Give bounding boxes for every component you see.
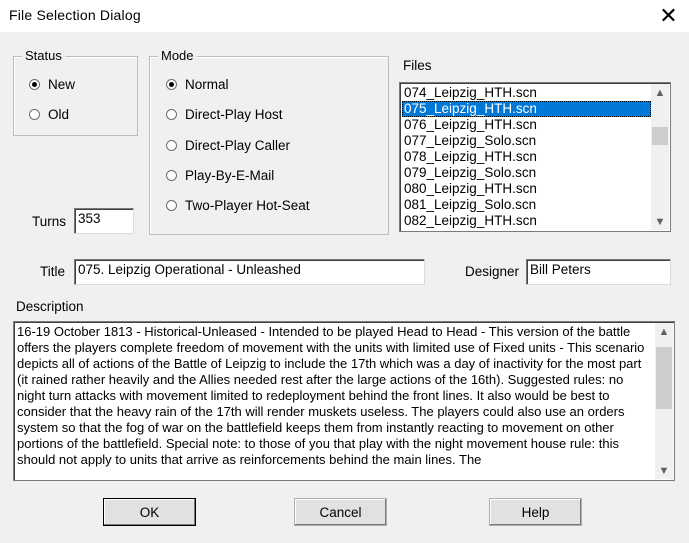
description-text: 16-19 October 1813 - Historical-Unleased… [17, 324, 645, 467]
scroll-down-button[interactable]: ▼ [655, 462, 673, 479]
description-scrollbar[interactable]: ▲ ▼ [655, 323, 673, 479]
radio-unchecked-icon [166, 109, 177, 120]
designer-input[interactable]: Bill Peters [526, 259, 671, 285]
list-item[interactable]: 079_Leipzig_Solo.scn [402, 165, 651, 181]
list-item[interactable]: 076_Leipzig_HTH.scn [402, 117, 651, 133]
list-item-selected[interactable]: 075_Leipzig_HTH.scn [402, 101, 651, 117]
list-item[interactable]: 082_Leipzig_HTH.scn [402, 213, 651, 229]
description-textarea[interactable]: 16-19 October 1813 - Historical-Unleased… [13, 321, 675, 481]
chevron-up-icon: ▲ [654, 86, 666, 99]
mode-normal-label: Normal [185, 77, 229, 92]
mode-play-by-email-radio[interactable]: Play-By-E-Mail [166, 168, 274, 183]
radio-checked-icon [29, 79, 40, 90]
list-item[interactable]: 077_Leipzig_Solo.scn [402, 133, 651, 149]
close-button[interactable]: ✕ [648, 0, 689, 32]
status-group: Status New Old [13, 48, 138, 136]
mode-hot-seat-label: Two-Player Hot-Seat [185, 198, 310, 213]
title-bar: File Selection Dialog ✕ [0, 0, 689, 32]
scroll-up-button[interactable]: ▲ [655, 323, 673, 340]
scroll-up-button[interactable]: ▲ [651, 84, 669, 101]
mode-direct-play-caller-label: Direct-Play Caller [185, 138, 291, 153]
mode-group: Mode Normal Direct-Play Host Direct-Play… [149, 48, 389, 235]
list-item[interactable]: 074_Leipzig_HTH.scn [402, 85, 651, 101]
radio-unchecked-icon [166, 140, 177, 151]
description-label: Description [16, 299, 84, 314]
mode-direct-play-caller-radio[interactable]: Direct-Play Caller [166, 138, 290, 153]
mode-play-by-email-label: Play-By-E-Mail [185, 168, 275, 183]
title-input[interactable]: 075. Leipzig Operational - Unleashed [74, 259, 425, 285]
files-label: Files [403, 58, 432, 73]
title-label: Title [40, 264, 66, 279]
designer-label: Designer [465, 264, 520, 279]
radio-unchecked-icon [29, 109, 40, 120]
mode-hot-seat-radio[interactable]: Two-Player Hot-Seat [166, 198, 310, 213]
files-list: 074_Leipzig_HTH.scn 075_Leipzig_HTH.scn … [402, 85, 651, 229]
mode-normal-radio[interactable]: Normal [166, 77, 229, 92]
files-scrollbar[interactable]: ▲ ▼ [651, 84, 669, 230]
list-item[interactable]: 080_Leipzig_HTH.scn [402, 181, 651, 197]
window-title: File Selection Dialog [9, 7, 141, 23]
status-old-label: Old [48, 107, 70, 122]
scroll-down-button[interactable]: ▼ [651, 213, 669, 230]
radio-checked-icon [166, 79, 177, 90]
status-old-radio[interactable]: Old [29, 107, 69, 122]
ok-button[interactable]: OK [103, 498, 196, 526]
close-icon: ✕ [659, 3, 678, 28]
mode-legend: Mode [158, 48, 197, 63]
radio-unchecked-icon [166, 200, 177, 211]
mode-direct-play-host-radio[interactable]: Direct-Play Host [166, 107, 283, 122]
turns-label: Turns [32, 214, 67, 229]
cancel-button[interactable]: Cancel [294, 498, 387, 526]
files-listbox[interactable]: 074_Leipzig_HTH.scn 075_Leipzig_HTH.scn … [399, 82, 671, 232]
status-legend: Status [22, 48, 65, 63]
scroll-thumb[interactable] [652, 127, 668, 145]
radio-unchecked-icon [166, 170, 177, 181]
list-item[interactable]: 081_Leipzig_Solo.scn [402, 197, 651, 213]
chevron-up-icon: ▲ [658, 325, 670, 338]
help-button[interactable]: Help [489, 498, 582, 526]
status-new-label: New [48, 77, 76, 92]
dialog-body: Status New Old Mode Normal Direct-Play H… [0, 32, 689, 543]
list-item[interactable]: 078_Leipzig_HTH.scn [402, 149, 651, 165]
scroll-thumb[interactable] [656, 347, 672, 409]
chevron-down-icon: ▼ [654, 215, 666, 228]
status-new-radio[interactable]: New [29, 77, 75, 92]
chevron-down-icon: ▼ [658, 464, 670, 477]
turns-input[interactable]: 353 [74, 208, 134, 234]
mode-direct-play-host-label: Direct-Play Host [185, 107, 283, 122]
